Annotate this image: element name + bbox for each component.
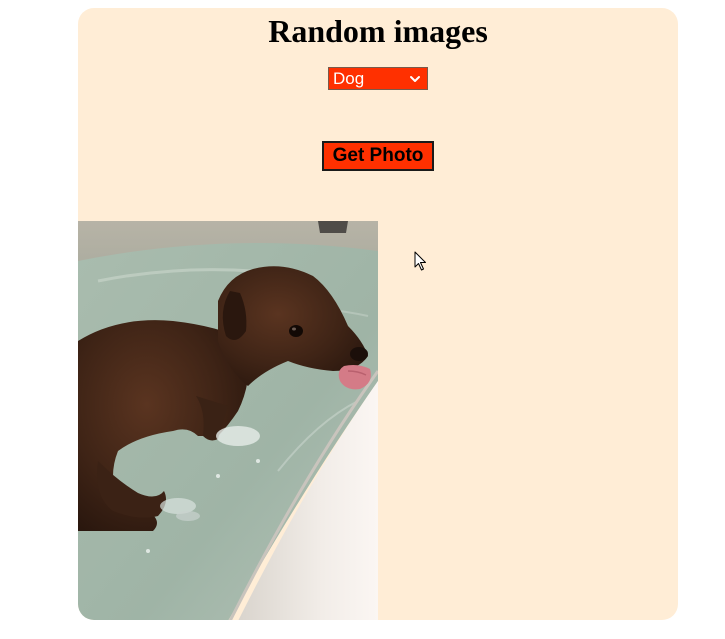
category-select[interactable]: Dog [328,67,428,90]
dog-photo [78,221,378,620]
category-select-value: Dog [333,69,365,88]
chevron-down-icon [410,75,420,82]
mouse-pointer-icon [414,251,426,271]
page-title: Random images [268,13,488,49]
dog-in-bathtub-image [78,221,378,620]
content-card: Random images Dog Get Photo [78,8,678,620]
get-photo-button[interactable]: Get Photo [322,141,434,171]
